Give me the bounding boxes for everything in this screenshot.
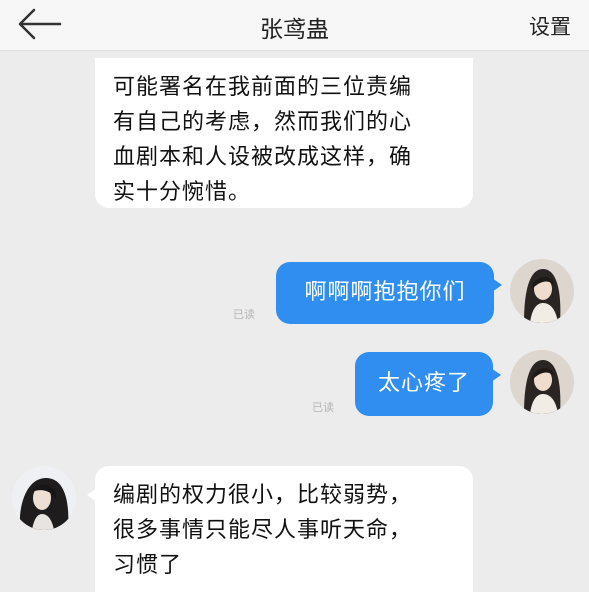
- settings-button[interactable]: 设置: [529, 11, 571, 41]
- outgoing-message[interactable]: 啊啊啊抱抱你们: [276, 262, 502, 324]
- incoming-message[interactable]: 编剧的权力很小，比较弱势， 很多事情只能尽人事听天命， 习惯了: [87, 466, 473, 592]
- message-text: 太心疼了: [377, 371, 470, 396]
- incoming-message[interactable]: 可能署名在我前面的三位责编 有自己的考虑，然而我们的心 血剧本和人设被改成这样，…: [95, 58, 473, 208]
- message-line: 可能署名在我前面的三位责编: [113, 75, 413, 100]
- message-text: 啊啊啊抱抱你们: [304, 280, 466, 305]
- message-line: 习惯了: [113, 553, 183, 578]
- message-line: 很多事情只能尽人事听天命，: [113, 518, 413, 543]
- message-line: 有自己的考虑，然而我们的心: [113, 110, 413, 135]
- top-bar: 张鸢蛊 设置: [0, 0, 589, 51]
- my-avatar[interactable]: [510, 259, 574, 323]
- read-status: 已读: [312, 401, 334, 414]
- my-avatar[interactable]: [510, 350, 574, 414]
- contact-photo-icon: [12, 466, 76, 530]
- message-line: 血剧本和人设被改成这样，确: [113, 145, 413, 170]
- outgoing-message[interactable]: 太心疼了: [355, 352, 501, 416]
- user-photo-icon: [510, 259, 574, 323]
- chat-title: 张鸢蛊: [260, 17, 329, 43]
- message-line: 编剧的权力很小，比较弱势，: [113, 483, 413, 508]
- message-line: 实十分惋惜。: [113, 180, 252, 205]
- contact-avatar[interactable]: [12, 466, 76, 530]
- user-photo-icon: [510, 350, 574, 414]
- chat-screen: 张鸢蛊 设置 可能署名在我前面的三位责编 有自己的考虑，然而我们的心 血剧本和人…: [0, 0, 589, 592]
- read-status: 已读: [233, 308, 255, 321]
